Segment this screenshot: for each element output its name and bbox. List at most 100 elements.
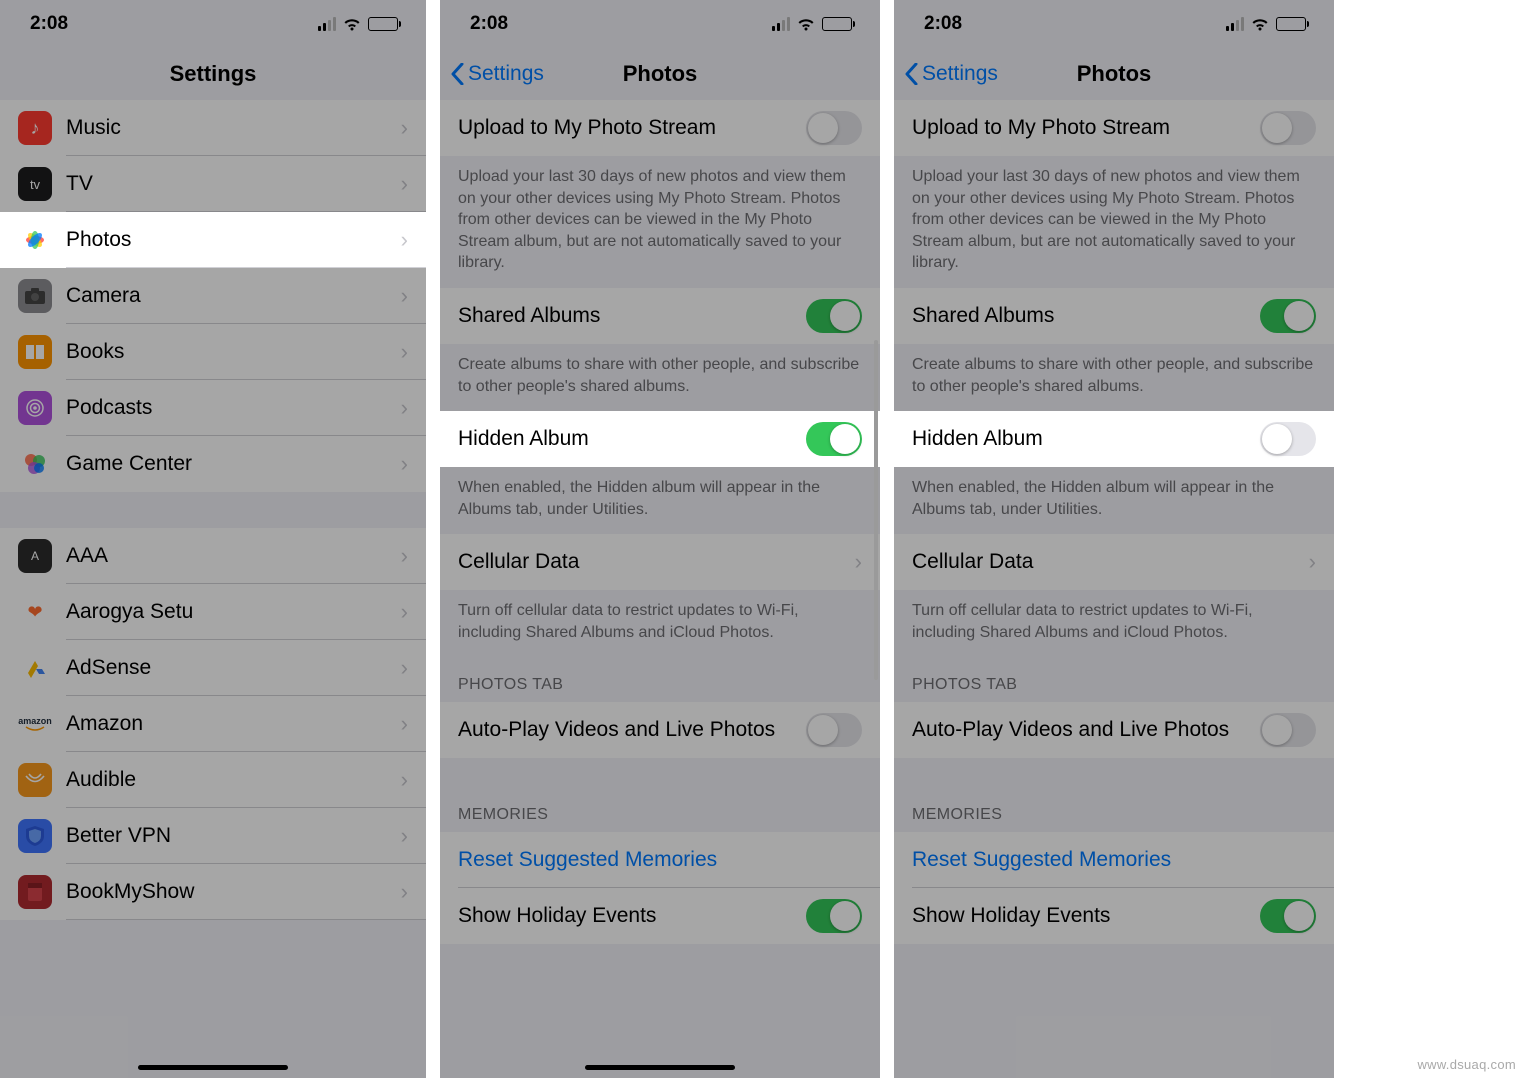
autoplay-row[interactable]: Auto-Play Videos and Live Photos: [894, 702, 1334, 758]
back-label: Settings: [468, 62, 544, 86]
chevron-right-icon: ›: [401, 711, 408, 737]
footer-text: Turn off cellular data to restrict updat…: [894, 590, 1334, 657]
status-indicators: [772, 17, 852, 32]
app-icon: ❤: [18, 595, 52, 629]
row-label: Audible: [66, 768, 401, 792]
status-time: 2:08: [470, 13, 508, 35]
holiday-toggle[interactable]: [806, 899, 862, 933]
page-title: Photos: [623, 61, 698, 87]
chevron-right-icon: ›: [401, 599, 408, 625]
settings-row-tv[interactable]: tv TV ›: [0, 156, 426, 212]
scrollbar[interactable]: [874, 340, 878, 680]
cellular-signal-icon: [1226, 17, 1244, 31]
holiday-events-row[interactable]: Show Holiday Events: [894, 888, 1334, 944]
app-icon: [18, 651, 52, 685]
photos-settings-screen-off: 2:08 Settings Photos Upload to My Photo …: [894, 0, 1334, 1078]
section-header: PHOTOS TAB: [440, 658, 880, 702]
upload-photo-stream-toggle[interactable]: [806, 111, 862, 145]
status-bar: 2:08: [440, 0, 880, 48]
row-label: Reset Suggested Memories: [912, 848, 1316, 872]
shared-albums-row[interactable]: Shared Albums: [894, 288, 1334, 344]
section-header: PHOTOS TAB: [894, 658, 1334, 702]
settings-row-music[interactable]: ♪ Music ›: [0, 100, 426, 156]
settings-row-game-center[interactable]: Game Center ›: [0, 436, 426, 492]
row-label: Auto-Play Videos and Live Photos: [912, 718, 1260, 742]
hidden-album-toggle[interactable]: [1260, 422, 1316, 456]
row-label: Cellular Data: [912, 550, 1309, 574]
row-label: Show Holiday Events: [912, 904, 1260, 928]
settings-row-audible[interactable]: Audible ›: [0, 752, 426, 808]
footer-text: [440, 758, 880, 788]
nav-bar: Settings Photos: [440, 48, 880, 100]
row-label: Hidden Album: [912, 427, 1260, 451]
back-button[interactable]: Settings: [450, 62, 544, 86]
shared-albums-toggle[interactable]: [1260, 299, 1316, 333]
settings-row-better-vpn[interactable]: Better VPN ›: [0, 808, 426, 864]
page-title: Photos: [1077, 61, 1152, 87]
home-indicator[interactable]: [138, 1065, 288, 1070]
autoplay-toggle[interactable]: [1260, 713, 1316, 747]
autoplay-row[interactable]: Auto-Play Videos and Live Photos: [440, 702, 880, 758]
settings-row-aarogya-setu[interactable]: ❤ Aarogya Setu ›: [0, 584, 426, 640]
row-label: Camera: [66, 284, 401, 308]
system-apps-list: ♪ Music › tv TV ›: [0, 100, 426, 492]
wifi-icon: [342, 17, 362, 32]
app-icon: amazon: [18, 707, 52, 741]
upload-photo-stream-row[interactable]: Upload to My Photo Stream: [440, 100, 880, 156]
row-label: Cellular Data: [458, 550, 855, 574]
reset-memories-row[interactable]: Reset Suggested Memories: [894, 832, 1334, 888]
status-indicators: [318, 17, 398, 32]
chevron-right-icon: ›: [1309, 549, 1316, 575]
shared-albums-toggle[interactable]: [806, 299, 862, 333]
row-label: Shared Albums: [458, 304, 806, 328]
row-label: Reset Suggested Memories: [458, 848, 862, 872]
settings-row-podcasts[interactable]: Podcasts ›: [0, 380, 426, 436]
nav-bar: Settings Photos: [894, 48, 1334, 100]
hidden-album-row[interactable]: Hidden Album: [440, 411, 880, 467]
photos-icon: [18, 223, 52, 257]
settings-row-adsense[interactable]: AdSense ›: [0, 640, 426, 696]
holiday-events-row[interactable]: Show Holiday Events: [440, 888, 880, 944]
row-label: Game Center: [66, 452, 401, 476]
wifi-icon: [1250, 17, 1270, 32]
settings-row-bookmyshow[interactable]: BookMyShow ›: [0, 864, 426, 920]
status-time: 2:08: [30, 13, 68, 35]
app-icon: A: [18, 539, 52, 573]
back-button[interactable]: Settings: [904, 62, 998, 86]
holiday-toggle[interactable]: [1260, 899, 1316, 933]
footer-text: Turn off cellular data to restrict updat…: [440, 590, 880, 657]
shared-albums-row[interactable]: Shared Albums: [440, 288, 880, 344]
app-icon: [18, 875, 52, 909]
footer-text: [894, 758, 1334, 788]
settings-row-aaa[interactable]: A AAA ›: [0, 528, 426, 584]
footer-text: Create albums to share with other people…: [440, 344, 880, 411]
podcasts-icon: [18, 391, 52, 425]
row-label: Auto-Play Videos and Live Photos: [458, 718, 806, 742]
chevron-left-icon: [450, 63, 464, 85]
page-title: Settings: [170, 61, 257, 87]
cellular-data-row[interactable]: Cellular Data ›: [894, 534, 1334, 590]
chevron-right-icon: ›: [855, 549, 862, 575]
footer-text: When enabled, the Hidden album will appe…: [440, 467, 880, 534]
settings-row-camera[interactable]: Camera ›: [0, 268, 426, 324]
chevron-right-icon: ›: [401, 115, 408, 141]
footer-text: Upload your last 30 days of new photos a…: [894, 156, 1334, 288]
photos-settings-screen-on: 2:08 Settings Photos Upload to My Photo …: [440, 0, 880, 1078]
settings-row-books[interactable]: Books ›: [0, 324, 426, 380]
autoplay-toggle[interactable]: [806, 713, 862, 747]
hidden-album-row[interactable]: Hidden Album: [894, 411, 1334, 467]
status-bar: 2:08: [894, 0, 1334, 48]
cellular-data-row[interactable]: Cellular Data ›: [440, 534, 880, 590]
upload-photo-stream-toggle[interactable]: [1260, 111, 1316, 145]
books-icon: [18, 335, 52, 369]
battery-icon: [368, 17, 398, 31]
chevron-right-icon: ›: [401, 339, 408, 365]
settings-row-amazon[interactable]: amazon Amazon ›: [0, 696, 426, 752]
footer-text: Upload your last 30 days of new photos a…: [440, 156, 880, 288]
home-indicator[interactable]: [585, 1065, 735, 1070]
hidden-album-toggle[interactable]: [806, 422, 862, 456]
third-party-apps-list: A AAA › ❤ Aarogya Setu › AdSense › amazo…: [0, 528, 426, 920]
upload-photo-stream-row[interactable]: Upload to My Photo Stream: [894, 100, 1334, 156]
reset-memories-row[interactable]: Reset Suggested Memories: [440, 832, 880, 888]
settings-row-photos[interactable]: Photos ›: [0, 212, 426, 268]
